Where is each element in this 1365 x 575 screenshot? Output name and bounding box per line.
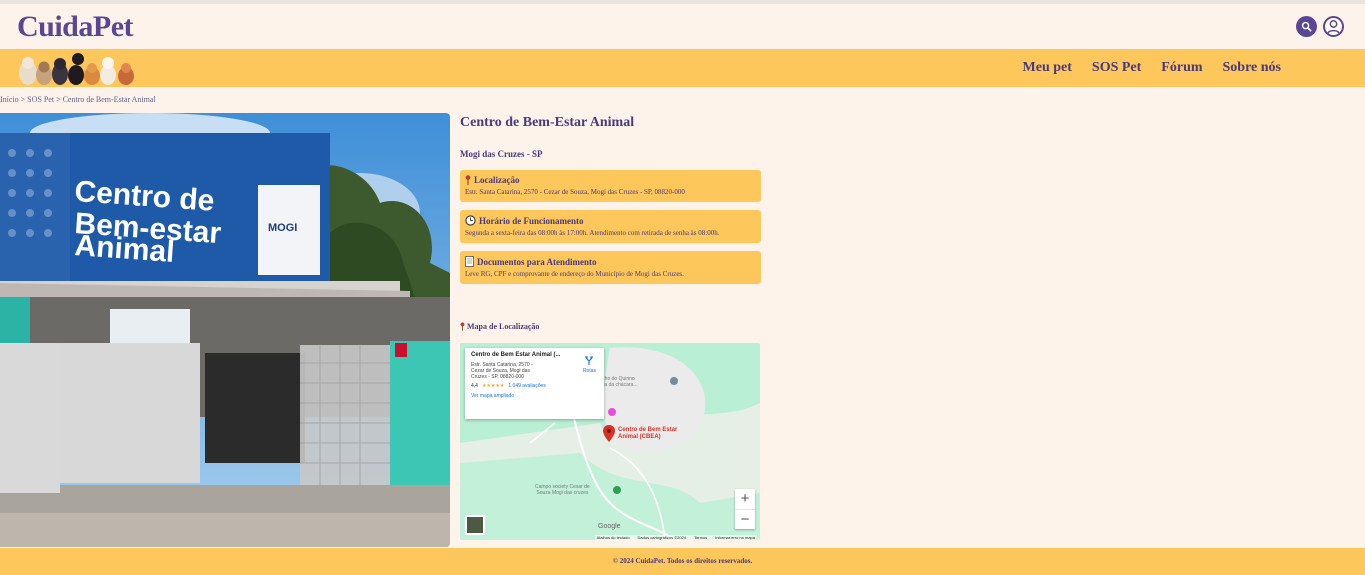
location-card: Localização Estr. Santa Catarina, 2570 -… — [460, 170, 761, 202]
map-footer: Atalhos do teclado Dados cartográficos ©… — [594, 535, 757, 540]
user-icon — [1326, 20, 1341, 35]
info-cards: Localização Estr. Santa Catarina, 2570 -… — [460, 170, 761, 292]
profile-button[interactable] — [1323, 16, 1344, 37]
main-nav: Meu pet SOS Pet Fórum Sobre nós — [0, 49, 1365, 87]
google-logo: Google — [598, 523, 621, 530]
clock-icon — [465, 215, 476, 226]
zoom-out-button[interactable]: − — [735, 509, 755, 529]
pin-icon — [465, 175, 471, 185]
nav-forum[interactable]: Fórum — [1161, 60, 1202, 76]
keyboard-shortcuts-link[interactable]: Atalhos do teclado — [597, 535, 630, 540]
location-card-title: Localização — [465, 175, 756, 185]
map-place-address: Estr. Santa Catarina, 2570 - Cezar de So… — [471, 362, 533, 380]
search-button[interactable] — [1296, 16, 1317, 37]
map-zoom-controls: + − — [735, 489, 755, 529]
page-title: Centro de Bem-Estar Animal — [460, 115, 635, 130]
hours-card-title: Horário de Funcionamento — [465, 215, 756, 226]
nav-sos-pet[interactable]: SOS Pet — [1092, 60, 1141, 76]
map-place-label: Campo society Cesar de Souza Mogi das cr… — [535, 484, 590, 496]
site-footer: © 2024 CuidaPet. Todos os direitos reser… — [0, 548, 1365, 575]
map-place-card: Centro de Bem Estar Animal (... Estr. Sa… — [465, 348, 604, 419]
documents-card-text: Leve RG, CPF e comprovante de endereço d… — [465, 270, 684, 278]
nav-links: Meu pet SOS Pet Fórum Sobre nós — [1023, 60, 1281, 76]
reviews-link[interactable]: 1.049 avaliações — [508, 383, 546, 389]
map-pin-label[interactable]: Centro de Bem Estar Animal (CBEA) — [618, 427, 677, 441]
pin-icon — [460, 322, 465, 331]
directions-icon — [585, 356, 594, 365]
nav-meu-pet[interactable]: Meu pet — [1023, 60, 1072, 76]
hero-photo: Centro de Bem-estar Animal MOGI — [0, 113, 450, 547]
search-icon — [1301, 21, 1312, 32]
documents-card-title: Documentos para Atendimento — [465, 256, 756, 267]
report-error-link[interactable]: Informar erro no mapa — [715, 535, 755, 540]
nav-sobre-nos[interactable]: Sobre nós — [1223, 60, 1281, 76]
logo[interactable]: CuidaPet — [17, 10, 134, 44]
rating-value: 4,4 — [471, 383, 478, 389]
sign-text-3: Animal — [74, 229, 176, 269]
site-header: CuidaPet — [0, 4, 1365, 49]
hours-card-text: Segunda a sexta-feira das 08:00h às 17:0… — [465, 229, 720, 237]
city-label: Mogi das Cruzes - SP — [460, 149, 543, 159]
sign-logo: MOGI — [268, 222, 297, 234]
map-data-label: Dados cartográficos ©2024 — [637, 535, 687, 540]
embedded-map[interactable]: Rancho do Quirino na rua da chácara... C… — [460, 343, 760, 540]
pets-illustration — [19, 53, 134, 85]
rating-stars-icon: ★★★★★ — [481, 383, 505, 389]
routes-button[interactable]: Rotas — [583, 356, 596, 374]
map-title: Mapa de Localização — [460, 322, 539, 331]
larger-map-link[interactable]: Ver mapa ampliado — [471, 393, 598, 399]
terms-link[interactable]: Termos — [694, 535, 707, 540]
satellite-toggle[interactable] — [465, 515, 485, 535]
document-icon — [465, 256, 474, 267]
location-card-text: Estr. Santa Catarina, 2570 - Cezar de So… — [465, 188, 685, 196]
center-info: Centro de Bem-Estar Animal Mogi das Cruz… — [460, 113, 761, 284]
zoom-in-button[interactable]: + — [735, 489, 755, 509]
copyright: © 2024 CuidaPet. Todos os direitos reser… — [612, 557, 753, 565]
header-actions — [1296, 16, 1344, 37]
hours-card: Horário de Funcionamento Segunda a sexta… — [460, 210, 761, 243]
breadcrumb[interactable]: Início > SOS Pet > Centro de Bem-Estar A… — [0, 95, 156, 104]
documents-card: Documentos para Atendimento Leve RG, CPF… — [460, 251, 761, 284]
map-place-name: Centro de Bem Estar Animal (... — [471, 352, 561, 358]
map-rating: 4,4 ★★★★★ 1.049 avaliações — [471, 383, 598, 389]
